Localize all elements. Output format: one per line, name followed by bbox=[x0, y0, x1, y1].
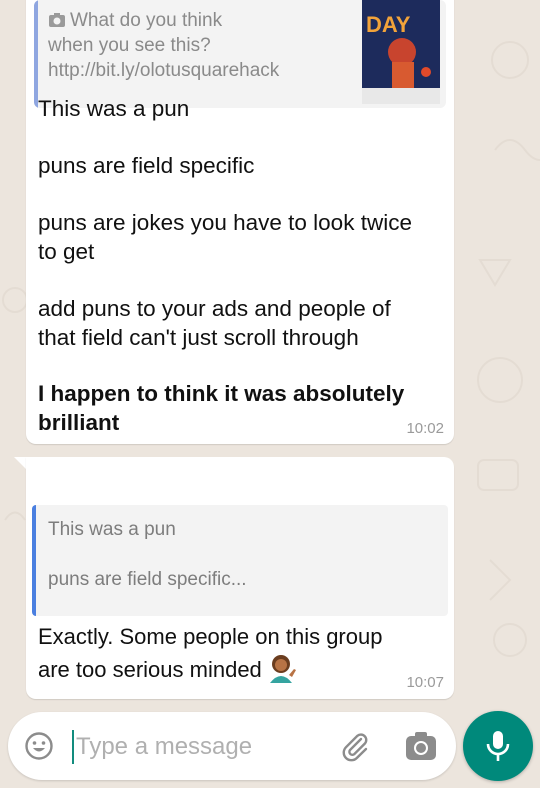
quoted-line-1: This was a pun bbox=[48, 519, 176, 540]
text-cursor bbox=[72, 730, 74, 764]
message-bold-line: brilliant bbox=[38, 410, 120, 435]
thumbnail-text: DAY bbox=[366, 12, 411, 37]
camera-icon bbox=[49, 13, 65, 27]
message-timestamp: 10:02 bbox=[406, 420, 444, 437]
message-text-line: puns are jokes you have to look twice bbox=[38, 210, 412, 235]
message-timestamp: 10:07 bbox=[406, 674, 444, 691]
message-text-line: Exactly. Some people on this group bbox=[38, 624, 383, 649]
message-bold-line: I happen to think it was absolutely bbox=[38, 381, 405, 406]
quote-cover bbox=[34, 461, 234, 501]
voice-message-button[interactable] bbox=[463, 711, 533, 781]
message-text-line-with-emoji: are too serious minded bbox=[38, 653, 296, 686]
quoted-line-2: when you see this? bbox=[48, 35, 211, 56]
quoted-line-2: puns are field specific... bbox=[48, 569, 247, 590]
quoted-message[interactable]: This was a pun puns are field specific..… bbox=[32, 505, 448, 616]
quoted-link[interactable]: http://bit.ly/olotusquarehack bbox=[48, 58, 348, 83]
quote-bar bbox=[32, 505, 36, 616]
message-text-line: to get bbox=[38, 239, 95, 264]
mic-icon bbox=[486, 731, 510, 761]
quoted-message[interactable]: What do you think when you see this? htt… bbox=[34, 0, 446, 108]
message-text-line: puns are field specific bbox=[38, 153, 255, 178]
quoted-text: What do you think when you see this? htt… bbox=[48, 8, 348, 83]
message-text-line: are too serious minded bbox=[38, 657, 262, 682]
message-text-line: that field can't just scroll through bbox=[38, 325, 359, 350]
quoted-image-thumbnail[interactable]: DAY bbox=[362, 0, 440, 104]
paperclip-icon[interactable] bbox=[338, 729, 372, 763]
thumbnail-artwork: DAY bbox=[362, 0, 440, 104]
quote-bar bbox=[34, 0, 38, 108]
message-input-bar[interactable]: Type a message bbox=[8, 712, 456, 780]
message-text-line: This was a pun bbox=[38, 96, 190, 121]
message-bubble-incoming[interactable]: This was a pun puns are field specific..… bbox=[26, 457, 454, 699]
camera-icon[interactable] bbox=[404, 729, 438, 763]
message-input[interactable]: Type a message bbox=[76, 733, 252, 761]
person-tipping-hand-emoji bbox=[269, 655, 296, 683]
message-text-line: add puns to your ads and people of bbox=[38, 296, 391, 321]
smiley-icon[interactable] bbox=[22, 729, 56, 763]
quoted-line-1: What do you think bbox=[70, 10, 223, 31]
message-bubble-incoming[interactable]: What do you think when you see this? htt… bbox=[26, 0, 454, 444]
